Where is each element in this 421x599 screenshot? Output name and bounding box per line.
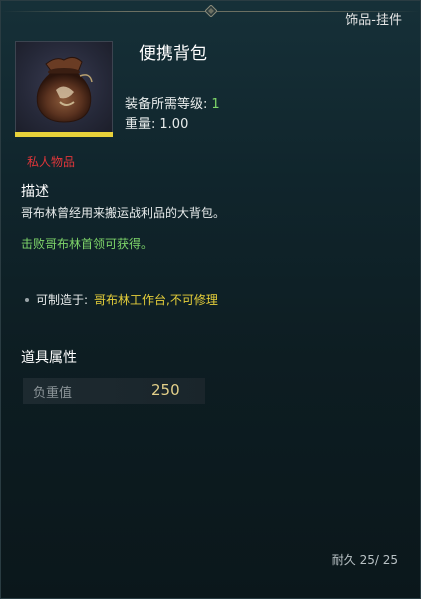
weight-value: 1.00 [159, 117, 189, 132]
crafting-info: 可制造于: 哥布林工作台,不可修理 [25, 291, 218, 308]
bullet-icon [25, 297, 29, 302]
level-requirement: 装备所需等级: 1 [125, 93, 220, 112]
crafting-value: 哥布林工作台,不可修理 [94, 293, 218, 307]
binding-status: 私人物品 [27, 155, 76, 169]
rarity-bar [15, 132, 113, 137]
level-requirement-label: 装备所需等级: [125, 97, 208, 112]
weight-label: 重量: [125, 117, 156, 132]
weight-stat: 重量: 1.00 [125, 113, 188, 132]
item-category: 饰品-挂件 [345, 13, 402, 28]
diamond-ornament-icon [205, 5, 217, 17]
item-icon-frame [15, 41, 113, 137]
loot-bag-icon [36, 56, 93, 123]
item-name: 便携背包 [139, 44, 207, 64]
attribute-row: 负重值 250 [23, 378, 205, 404]
attributes-title: 道具属性 [21, 350, 77, 366]
level-requirement-value: 1 [211, 97, 220, 112]
durability: 耐久 25/ 25 [331, 553, 398, 567]
item-tooltip-panel: 饰品-挂件 便携背包 装备所需等级: 1 重量: 1.00 私人物品 描述 哥布林曾… [0, 0, 421, 599]
source-text: 击败哥布林首领可获得。 [21, 237, 154, 251]
description-title: 描述 [21, 184, 49, 200]
attribute-value: 250 [151, 381, 180, 399]
crafting-label: 可制造于: [36, 293, 89, 307]
attribute-label: 负重值 [33, 386, 73, 401]
description-text: 哥布林曾经用来搬运战利品的大背包。 [21, 206, 226, 220]
